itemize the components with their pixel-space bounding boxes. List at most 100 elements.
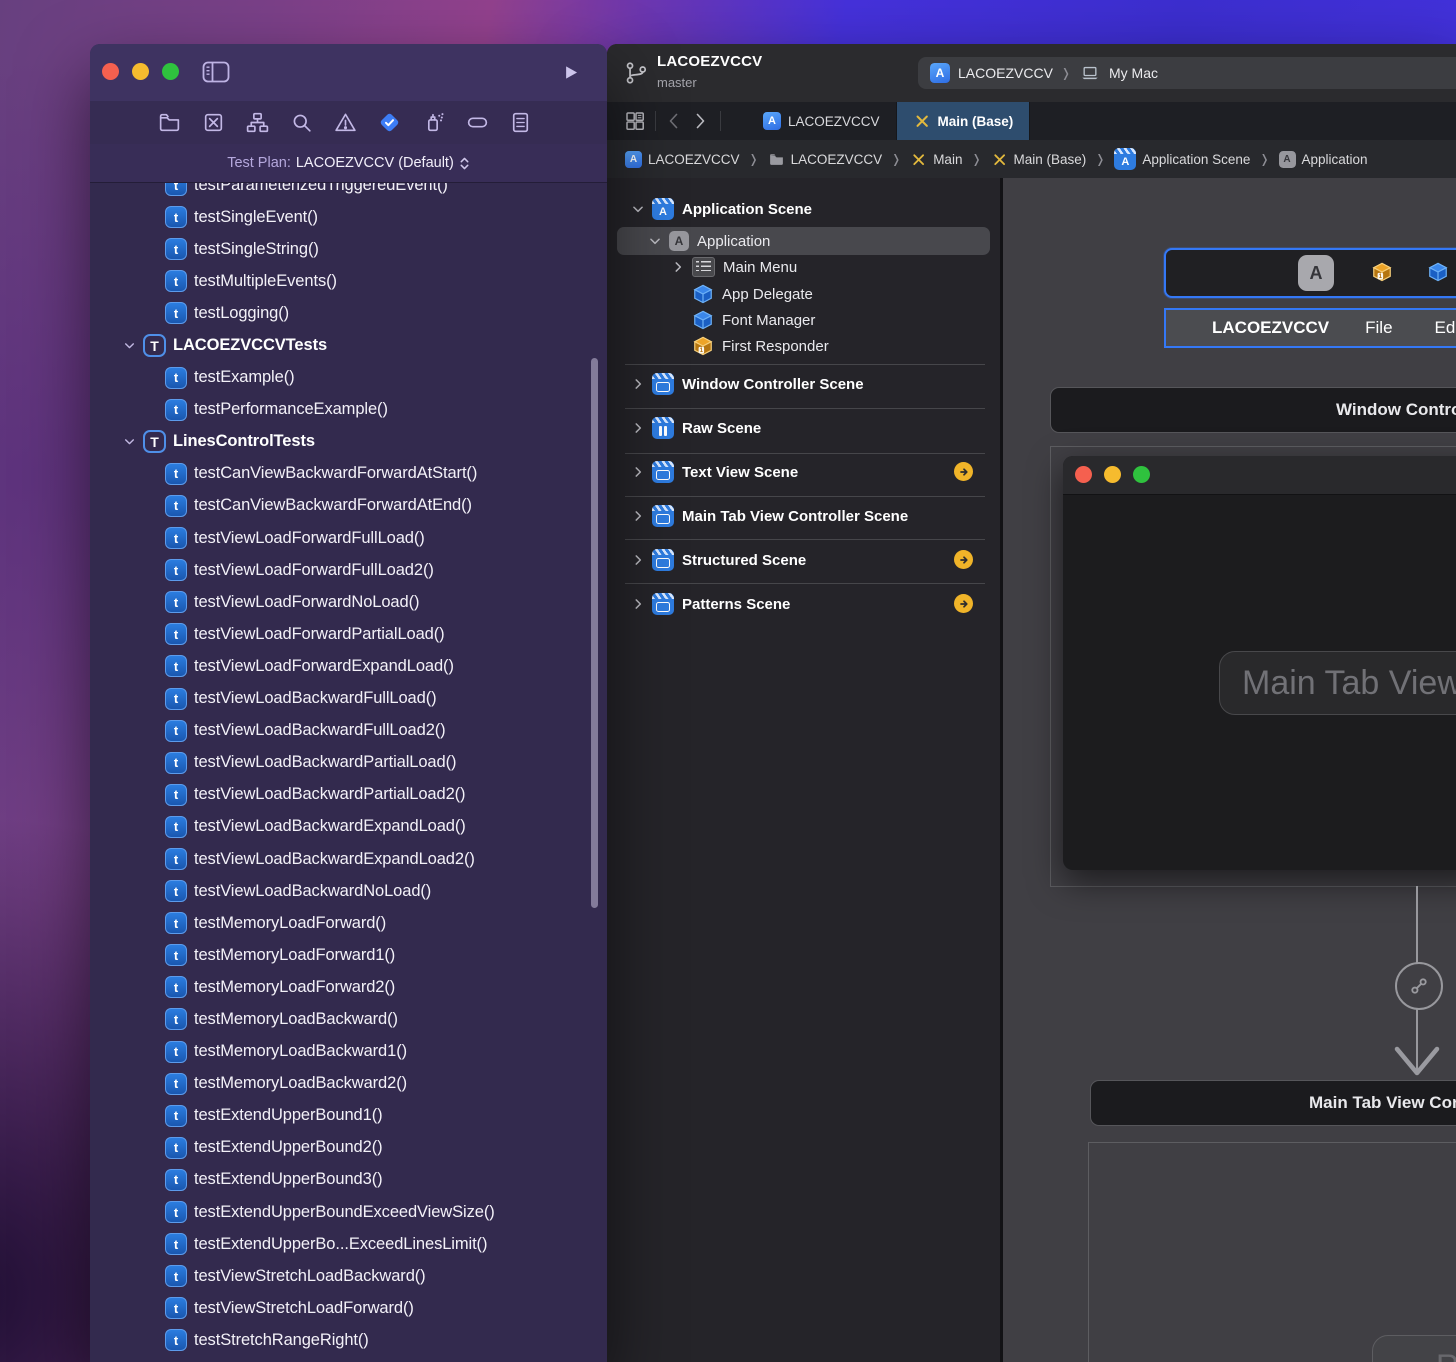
project-navigator-tab[interactable]	[157, 110, 182, 135]
debug-navigator-tab[interactable]	[421, 110, 446, 135]
jump-bar-item[interactable]: LACOEZVCCV	[768, 151, 882, 168]
chevron-right-icon[interactable]	[631, 377, 645, 391]
editor-tab-main-base-[interactable]: Main (Base)	[896, 102, 1031, 140]
jump-bar-item[interactable]: Main	[910, 151, 962, 168]
outline-row-font-manager[interactable]: Font Manager	[607, 307, 1000, 333]
test-case-row[interactable]: t testViewLoadForwardNoLoad()	[90, 586, 607, 618]
test-case-row[interactable]: t testViewStretchLoadForward()	[90, 1292, 607, 1324]
storyboard-window[interactable]: Main Tab View	[1063, 456, 1456, 870]
test-case-row[interactable]: t testSingleEvent()	[90, 201, 607, 233]
menu-items[interactable]: File Edit	[1365, 318, 1456, 338]
test-case-row[interactable]: t testViewLoadBackwardFullLoad2()	[90, 715, 607, 747]
run-destination[interactable]: My Mac	[1109, 65, 1158, 81]
test-case-row[interactable]: t testExtendUpperBound1()	[90, 1100, 607, 1132]
window-controller-scene-frame[interactable]: Main Tab View	[1050, 446, 1456, 887]
tab-item-placeholder[interactable]: Raw	[1372, 1335, 1456, 1362]
jump-bar-item[interactable]: Main (Base)	[991, 151, 1086, 168]
test-case-row[interactable]: t testViewLoadForwardPartialLoad()	[90, 618, 607, 650]
interface-builder-canvas[interactable]: A 1 LACOEZVCCV File Edit Window Controlle…	[1003, 178, 1456, 1362]
test-case-row[interactable]: t testLogging()	[90, 297, 607, 329]
test-case-row[interactable]: t testViewLoadBackwardPartialLoad()	[90, 747, 607, 779]
editor-tab-lacoezvccv[interactable]: A LACOEZVCCV	[747, 102, 897, 140]
chevron-right-icon[interactable]	[671, 260, 685, 274]
test-suite-row[interactable]: T LinesControlTests	[90, 426, 607, 458]
test-case-row[interactable]: t testViewLoadForwardFullLoad2()	[90, 554, 607, 586]
test-case-row[interactable]: t testViewLoadBackwardPartialLoad2()	[90, 779, 607, 811]
chevron-right-icon[interactable]	[631, 509, 645, 523]
test-case-row[interactable]: t testMemoryLoadForward2()	[90, 971, 607, 1003]
minimize-traffic-light[interactable]	[1104, 466, 1121, 483]
application-object-icon[interactable]: A	[1298, 255, 1334, 291]
source-control-navigator-tab[interactable]	[201, 110, 226, 135]
outline-row-text-view-scene[interactable]: Text View Scene	[607, 459, 1000, 485]
test-case-row[interactable]: t testCanViewBackwardForwardAtEnd()	[90, 490, 607, 522]
tab-view-controller-scene-header[interactable]: Main Tab View Controller	[1090, 1080, 1456, 1126]
test-plan-bar[interactable]: Test Plan: LACOEZVCCV (Default)	[90, 144, 607, 183]
close-traffic-light[interactable]	[102, 63, 119, 80]
run-tests-play-icon[interactable]	[560, 62, 581, 83]
test-case-row[interactable]: t testViewLoadBackwardExpandLoad2()	[90, 843, 607, 875]
back-icon[interactable]	[662, 109, 686, 133]
jump-bar-item[interactable]: A LACOEZVCCV	[625, 150, 740, 168]
test-plan-stepper-icon[interactable]	[459, 156, 470, 171]
main-menu-bar[interactable]: LACOEZVCCV File Edit	[1164, 308, 1456, 348]
chevron-right-icon[interactable]	[631, 553, 645, 567]
chevron-down-icon[interactable]	[123, 339, 136, 352]
test-case-row[interactable]: t testMemoryLoadBackward1()	[90, 1036, 607, 1068]
test-case-row[interactable]: t testExtendUpperBound2()	[90, 1132, 607, 1164]
close-traffic-light[interactable]	[1075, 466, 1092, 483]
test-list[interactable]: t testParameterizedTriggeredEvent() t testS…	[90, 183, 607, 1362]
breakpoint-navigator-tab[interactable]	[465, 110, 490, 135]
chevron-down-icon[interactable]	[631, 202, 645, 216]
test-case-row[interactable]: t testViewLoadBackwardExpandLoad()	[90, 811, 607, 843]
window-controller-scene-header[interactable]: Window Controller	[1050, 387, 1456, 433]
symbol-navigator-tab[interactable]	[245, 110, 270, 135]
chevron-down-icon[interactable]	[123, 435, 136, 448]
unwind-arrow-badge[interactable]	[954, 462, 973, 481]
test-case-row[interactable]: ttestStretchRangeLeftOffset()	[90, 1356, 607, 1362]
test-case-row[interactable]: t testMemoryLoadForward()	[90, 907, 607, 939]
outline-row-structured-scene[interactable]: Structured Scene	[607, 547, 1000, 573]
menu-item-file[interactable]: File	[1365, 318, 1392, 338]
sidebar-toggle-icon[interactable]	[202, 61, 230, 83]
outline-row-application[interactable]: A Application	[607, 228, 1000, 254]
jump-bar-item[interactable]: A Application	[1278, 150, 1368, 168]
issue-navigator-tab[interactable]	[333, 110, 358, 135]
jump-bar[interactable]: A LACOEZVCCV ❭ LACOEZVCCV ❭ Main ❭ Main (Base) ❭…	[607, 140, 1456, 179]
test-case-row[interactable]: t testViewLoadForwardFullLoad()	[90, 522, 607, 554]
test-case-row[interactable]: t testCanViewBackwardForwardAtStart()	[90, 458, 607, 490]
test-case-row[interactable]: t testExtendUpperBound3()	[90, 1164, 607, 1196]
test-navigator-tab[interactable]	[377, 110, 402, 135]
outline-row-app-delegate[interactable]: App Delegate	[607, 281, 1000, 307]
report-navigator-tab[interactable]	[508, 110, 533, 135]
test-case-row[interactable]: t testViewLoadBackwardNoLoad()	[90, 875, 607, 907]
menu-app-title[interactable]: LACOEZVCCV	[1212, 318, 1329, 338]
test-case-row[interactable]: t testExample()	[90, 362, 607, 394]
zoom-traffic-light[interactable]	[1133, 466, 1150, 483]
test-case-row[interactable]: t testViewStretchLoadBackward()	[90, 1260, 607, 1292]
chevron-right-icon[interactable]	[631, 465, 645, 479]
unwind-arrow-badge[interactable]	[954, 594, 973, 613]
first-responder-cube-icon[interactable]: 1	[1371, 261, 1393, 283]
test-case-row[interactable]: t testViewLoadForwardExpandLoad()	[90, 650, 607, 682]
unwind-arrow-badge[interactable]	[954, 550, 973, 569]
test-case-row[interactable]: t testSingleString()	[90, 233, 607, 265]
chevron-right-icon[interactable]	[631, 421, 645, 435]
outline-row-first-responder[interactable]: 1 First Responder	[607, 333, 1000, 359]
outline-row-patterns-scene[interactable]: Patterns Scene	[607, 591, 1000, 617]
main-tab-view-placeholder[interactable]: Main Tab View	[1219, 651, 1456, 715]
test-case-row[interactable]: t testParameterizedTriggeredEvent()	[90, 183, 607, 201]
chevron-down-icon[interactable]	[648, 234, 662, 248]
test-case-row[interactable]: t testPerformanceExample()	[90, 394, 607, 426]
outline-row-main-tab-view-controller-scene[interactable]: Main Tab View Controller Scene	[607, 503, 1000, 529]
jump-bar-item[interactable]: A Application Scene	[1114, 148, 1250, 170]
test-case-row[interactable]: t testMemoryLoadBackward2()	[90, 1068, 607, 1100]
app-delegate-cube-icon[interactable]	[1427, 261, 1449, 283]
zoom-traffic-light[interactable]	[162, 63, 179, 80]
test-case-row[interactable]: t testExtendUpperBo...ExceedLinesLimit()	[90, 1228, 607, 1260]
scheme-target[interactable]: LACOEZVCCV	[958, 65, 1053, 81]
tab-overview-icon[interactable]	[623, 109, 647, 133]
chevron-right-icon[interactable]	[631, 597, 645, 611]
outline-row-window-controller-scene[interactable]: Window Controller Scene	[607, 371, 1000, 397]
test-case-row[interactable]: t testStretchRangeRight()	[90, 1324, 607, 1356]
